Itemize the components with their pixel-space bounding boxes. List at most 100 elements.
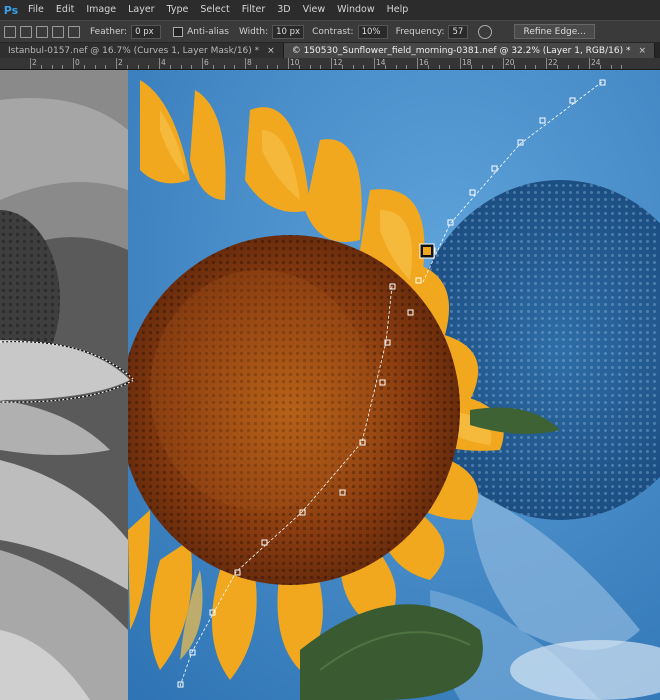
- contrast-input[interactable]: 10%: [357, 24, 388, 39]
- ruler-tick: [266, 65, 268, 69]
- ruler-tick: [481, 65, 483, 69]
- ruler-tick: [341, 65, 343, 69]
- subtract-from-selection-icon[interactable]: [52, 25, 64, 38]
- menu-layer[interactable]: Layer: [122, 0, 161, 20]
- ruler-tick: [245, 58, 246, 69]
- ruler-tick: [191, 65, 193, 69]
- ruler-tick: [62, 65, 64, 69]
- ruler-tick: [524, 65, 526, 69]
- ruler-label: 6: [204, 58, 209, 67]
- ruler-tick: [30, 58, 31, 69]
- contrast-label: Contrast:: [312, 26, 354, 37]
- ruler-tick: [298, 65, 300, 69]
- ruler-tick: [492, 65, 494, 69]
- ruler-tick: [223, 65, 225, 69]
- ruler-tick: [148, 65, 150, 69]
- menu-bar: Ps File Edit Image Layer Type Select Fil…: [0, 0, 660, 20]
- options-bar: Feather: 0 px Anti-alias Width: 10 px Co…: [0, 20, 660, 42]
- ruler-tick: [589, 58, 590, 69]
- ruler-tick: [40, 65, 42, 69]
- ruler-tick: [578, 65, 580, 69]
- refine-edge-button[interactable]: Refine Edge...: [514, 24, 595, 39]
- ruler-tick: [438, 65, 440, 69]
- ruler-tick: [159, 58, 160, 69]
- color-image-layer: [128, 70, 660, 700]
- ruler-tick: [83, 65, 85, 69]
- tab-title: © 150530_Sunflower_field_morning-0381.ne…: [291, 45, 631, 56]
- ruler-tick: [137, 65, 139, 69]
- new-selection-icon[interactable]: [20, 25, 32, 38]
- ruler-tick: [513, 65, 515, 69]
- ruler-tick: [51, 65, 53, 69]
- ruler-tick: [363, 65, 365, 69]
- ruler-tick: [470, 65, 472, 69]
- feather-label: Feather:: [90, 26, 128, 37]
- ruler-tick: [331, 58, 332, 69]
- ruler-tick: [406, 65, 408, 69]
- magnetic-lasso-cursor-icon: [419, 243, 435, 259]
- pen-pressure-icon[interactable]: [478, 24, 493, 39]
- ruler-tick: [374, 58, 375, 69]
- menu-select[interactable]: Select: [194, 0, 235, 20]
- menu-3d[interactable]: 3D: [271, 0, 296, 20]
- antialias-label: Anti-alias: [187, 26, 229, 37]
- menu-image[interactable]: Image: [80, 0, 122, 20]
- ruler-tick: [610, 65, 612, 69]
- ruler-tick: [116, 58, 117, 69]
- ruler-tick: [126, 65, 128, 69]
- menu-view[interactable]: View: [297, 0, 332, 20]
- ruler-tick: [277, 65, 279, 69]
- tab-istanbul[interactable]: Istanbul-0157.nef @ 16.7% (Curves 1, Lay…: [0, 43, 284, 58]
- tab-title: Istanbul-0157.nef @ 16.7% (Curves 1, Lay…: [8, 45, 260, 56]
- ruler-tick: [352, 65, 354, 69]
- menu-filter[interactable]: Filter: [236, 0, 272, 20]
- ruler-tick: [234, 65, 236, 69]
- ruler-tick: [556, 65, 558, 69]
- ruler-tick: [535, 65, 537, 69]
- ruler-tick: [169, 65, 171, 69]
- menu-window[interactable]: Window: [331, 0, 380, 20]
- ruler-label: 8: [247, 58, 252, 67]
- ruler-tick: [546, 58, 547, 69]
- menu-help[interactable]: Help: [381, 0, 415, 20]
- ruler-label: 2: [118, 58, 123, 67]
- intersect-selection-icon[interactable]: [68, 25, 80, 38]
- ruler-tick: [395, 65, 397, 69]
- ruler-tick: [427, 65, 429, 69]
- menu-file[interactable]: File: [22, 0, 50, 20]
- menu-type[interactable]: Type: [161, 0, 195, 20]
- ruler-tick: [449, 65, 451, 69]
- close-icon[interactable]: ×: [638, 46, 646, 56]
- ruler-tick: [180, 65, 182, 69]
- tab-sunflower[interactable]: © 150530_Sunflower_field_morning-0381.ne…: [283, 43, 655, 58]
- width-input[interactable]: 10 px: [272, 24, 305, 39]
- ruler-tick: [212, 65, 214, 69]
- ruler-tick: [460, 58, 461, 69]
- canvas-image[interactable]: [0, 70, 660, 700]
- ruler-tick: [94, 65, 96, 69]
- close-icon[interactable]: ×: [267, 46, 275, 56]
- feather-input[interactable]: 0 px: [131, 24, 162, 39]
- ruler-tick: [599, 65, 601, 69]
- ruler-tick: [255, 65, 257, 69]
- ruler-label: 4: [161, 58, 166, 67]
- photoshop-logo[interactable]: Ps: [0, 0, 22, 20]
- grayscale-image-layer: [0, 70, 130, 700]
- document-canvas[interactable]: [0, 70, 660, 700]
- ruler-label: 2: [32, 58, 37, 67]
- ruler-tick: [384, 65, 386, 69]
- ruler-tick: [417, 58, 418, 69]
- antialias-checkbox[interactable]: [173, 26, 184, 37]
- ruler-tick: [202, 58, 203, 69]
- frequency-input[interactable]: 57: [448, 24, 469, 39]
- menu-edit[interactable]: Edit: [50, 0, 80, 20]
- magnetic-lasso-tool-icon[interactable]: [4, 25, 16, 38]
- ruler-tick: [320, 65, 322, 69]
- ruler-tick: [73, 58, 74, 69]
- ruler-tick: [567, 65, 569, 69]
- ruler-tick: [105, 65, 107, 69]
- ruler-tick: [503, 58, 504, 69]
- ruler-label: 0: [75, 58, 80, 67]
- add-to-selection-icon[interactable]: [36, 25, 48, 38]
- frequency-label: Frequency:: [395, 26, 445, 37]
